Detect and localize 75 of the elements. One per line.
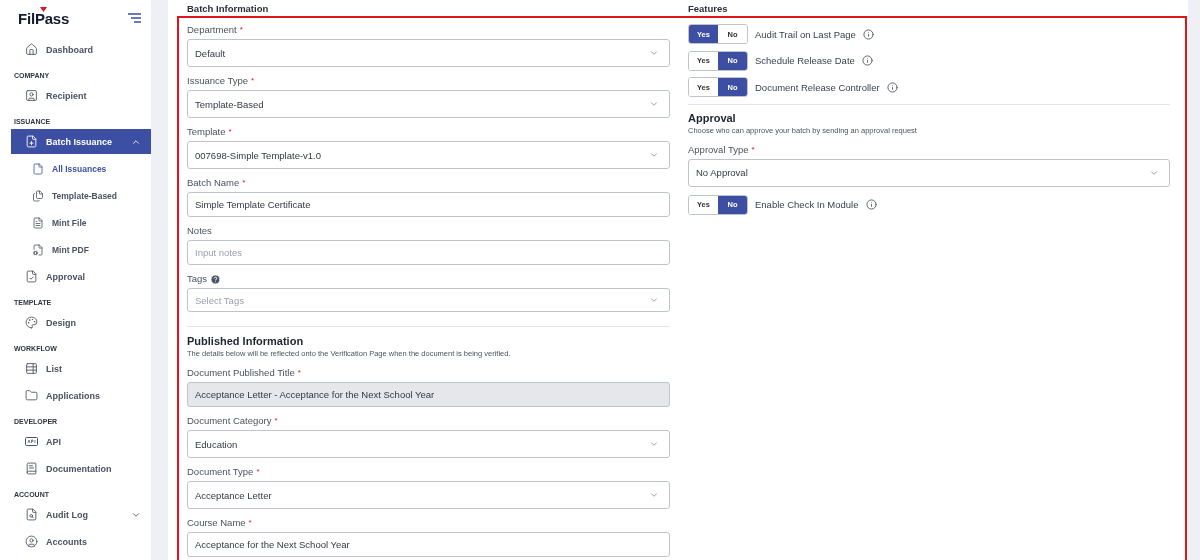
palette-icon	[25, 316, 38, 329]
chevron-down-icon	[649, 48, 659, 58]
document-icon	[32, 162, 44, 175]
nav-item[interactable]: Applications	[11, 383, 151, 408]
chevron-down-icon	[649, 295, 659, 305]
select-field[interactable]: Education	[187, 430, 670, 458]
field-label: Issuance Type	[187, 75, 249, 87]
nav-item[interactable]: Documentation	[11, 456, 151, 481]
nav-item[interactable]: Batch Issuance	[11, 129, 151, 154]
section-heading: Batch Information	[187, 3, 270, 15]
required-mark: *	[751, 143, 755, 156]
required-mark: *	[228, 126, 232, 138]
select-field[interactable]: 007698-Simple Template-v1.0	[187, 141, 670, 169]
nav-item[interactable]: API	[11, 429, 151, 454]
required-mark: *	[297, 367, 301, 379]
input-field[interactable]: Acceptance for the Next School Year	[187, 532, 670, 557]
select-field[interactable]: Acceptance Letter	[187, 481, 670, 509]
select-field[interactable]: No Approval	[688, 158, 1170, 187]
list-icon	[25, 362, 38, 375]
logo-mark-icon	[40, 6, 47, 12]
menu-icon[interactable]	[128, 13, 141, 23]
section-title: Published Information	[187, 334, 305, 348]
field-label: Department	[187, 24, 237, 36]
required-mark: *	[242, 177, 246, 189]
nav-item[interactable]: Dashboard	[11, 37, 151, 62]
nav-subitem[interactable]: All Issuances	[0, 155, 151, 182]
required-mark: *	[274, 415, 278, 427]
required-mark: *	[248, 517, 252, 529]
toggle-label: Audit Trail on Last Page	[755, 28, 856, 40]
logo: FilPass	[18, 9, 70, 27]
document-gear-icon	[32, 243, 44, 256]
toggle-label: Enable Check In Module	[755, 199, 859, 210]
document-text-icon	[32, 216, 44, 229]
nav-item[interactable]: Design	[11, 310, 151, 335]
nav-subitem[interactable]: Template-Based	[0, 182, 151, 209]
toggle-label: Schedule Release Date	[755, 55, 855, 66]
field-label: Batch Name	[187, 177, 240, 189]
document-check-icon	[25, 270, 38, 283]
field-label: Approval Type	[688, 143, 749, 156]
select-field[interactable]: Template-Based	[187, 90, 670, 118]
field-label: Document Type	[187, 466, 254, 478]
nav-item[interactable]: Recipient	[11, 83, 151, 108]
required-mark: *	[239, 24, 243, 36]
input-field[interactable]: Simple Template Certificate	[187, 192, 670, 217]
field-label: Document Published Title	[187, 367, 295, 379]
user-circle-icon	[25, 535, 38, 548]
chevron-down-icon	[649, 150, 659, 160]
chevron-down-icon	[649, 439, 659, 449]
field-label: Course Name	[187, 517, 246, 529]
select-field[interactable]: Default	[187, 39, 670, 67]
nav-item[interactable]: List	[11, 356, 151, 381]
section-heading: Features	[688, 3, 729, 15]
document-search-icon	[25, 508, 38, 521]
nav-item[interactable]: Accounts	[11, 529, 151, 554]
required-mark: *	[256, 466, 260, 478]
toggle-label: Document Release Controller	[755, 81, 880, 93]
nav-item[interactable]: Audit Log	[11, 502, 151, 527]
document-plus-icon	[25, 135, 38, 148]
field-label: Document Category	[187, 415, 272, 427]
section-title: Approval	[688, 110, 737, 125]
field-label: Notes	[187, 225, 212, 237]
home-icon	[25, 43, 38, 56]
folder-icon	[25, 389, 38, 402]
book-icon	[25, 462, 38, 475]
chevron-down-icon	[649, 490, 659, 500]
field-label: Tags	[187, 273, 208, 285]
api-icon	[25, 437, 38, 446]
nav-subitem[interactable]: Mint PDF	[0, 236, 151, 263]
required-mark: *	[251, 75, 255, 87]
nav-item[interactable]: Approval	[11, 264, 151, 289]
user-card-icon	[25, 89, 38, 102]
chevron-down-icon	[649, 99, 659, 109]
nav-subitem[interactable]: Mint File	[0, 209, 151, 236]
documents-icon	[32, 189, 44, 202]
field-label: Template	[187, 126, 226, 138]
